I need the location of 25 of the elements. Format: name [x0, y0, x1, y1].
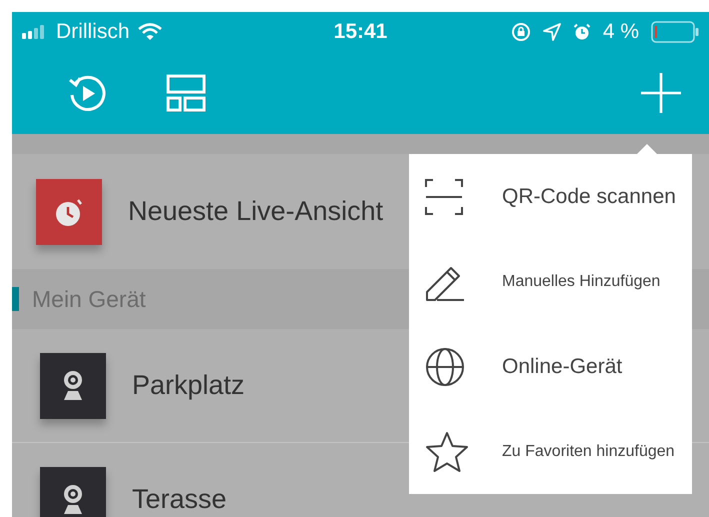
- rotation-lock-icon: [510, 22, 531, 42]
- layout-grid-icon: [166, 74, 206, 112]
- menu-item[interactable]: Manuelles Hinzufügen: [409, 239, 692, 324]
- menu-item[interactable]: QR-Code scannen: [409, 154, 692, 239]
- wifi-icon: [138, 23, 162, 41]
- stopwatch-tile-icon: [36, 178, 102, 244]
- star-icon: [425, 430, 469, 472]
- camera-tile-icon: [40, 352, 106, 418]
- carrier-name: Drillisch: [56, 20, 130, 44]
- menu-item[interactable]: Online-Gerät: [409, 324, 692, 409]
- battery-icon: [651, 21, 699, 43]
- clock-time: 15:41: [334, 20, 388, 44]
- list-item-label: Neueste Live-Ansicht: [128, 196, 384, 227]
- menu-item[interactable]: Zu Favoriten hinzufügen: [409, 409, 692, 494]
- section-title: Mein Gerät: [32, 286, 146, 312]
- battery-percentage: 4 %: [602, 20, 639, 44]
- alarm-clock-icon: [572, 23, 591, 41]
- section-marker: [12, 287, 19, 311]
- globe-icon: [425, 346, 465, 386]
- location-arrow-icon: [542, 23, 561, 41]
- plus-icon: [641, 73, 681, 113]
- list-item-label: Terasse: [132, 484, 227, 515]
- camera-tile-icon: [40, 466, 106, 517]
- scan-icon: [425, 178, 463, 214]
- list-item-label: Parkplatz: [132, 370, 245, 401]
